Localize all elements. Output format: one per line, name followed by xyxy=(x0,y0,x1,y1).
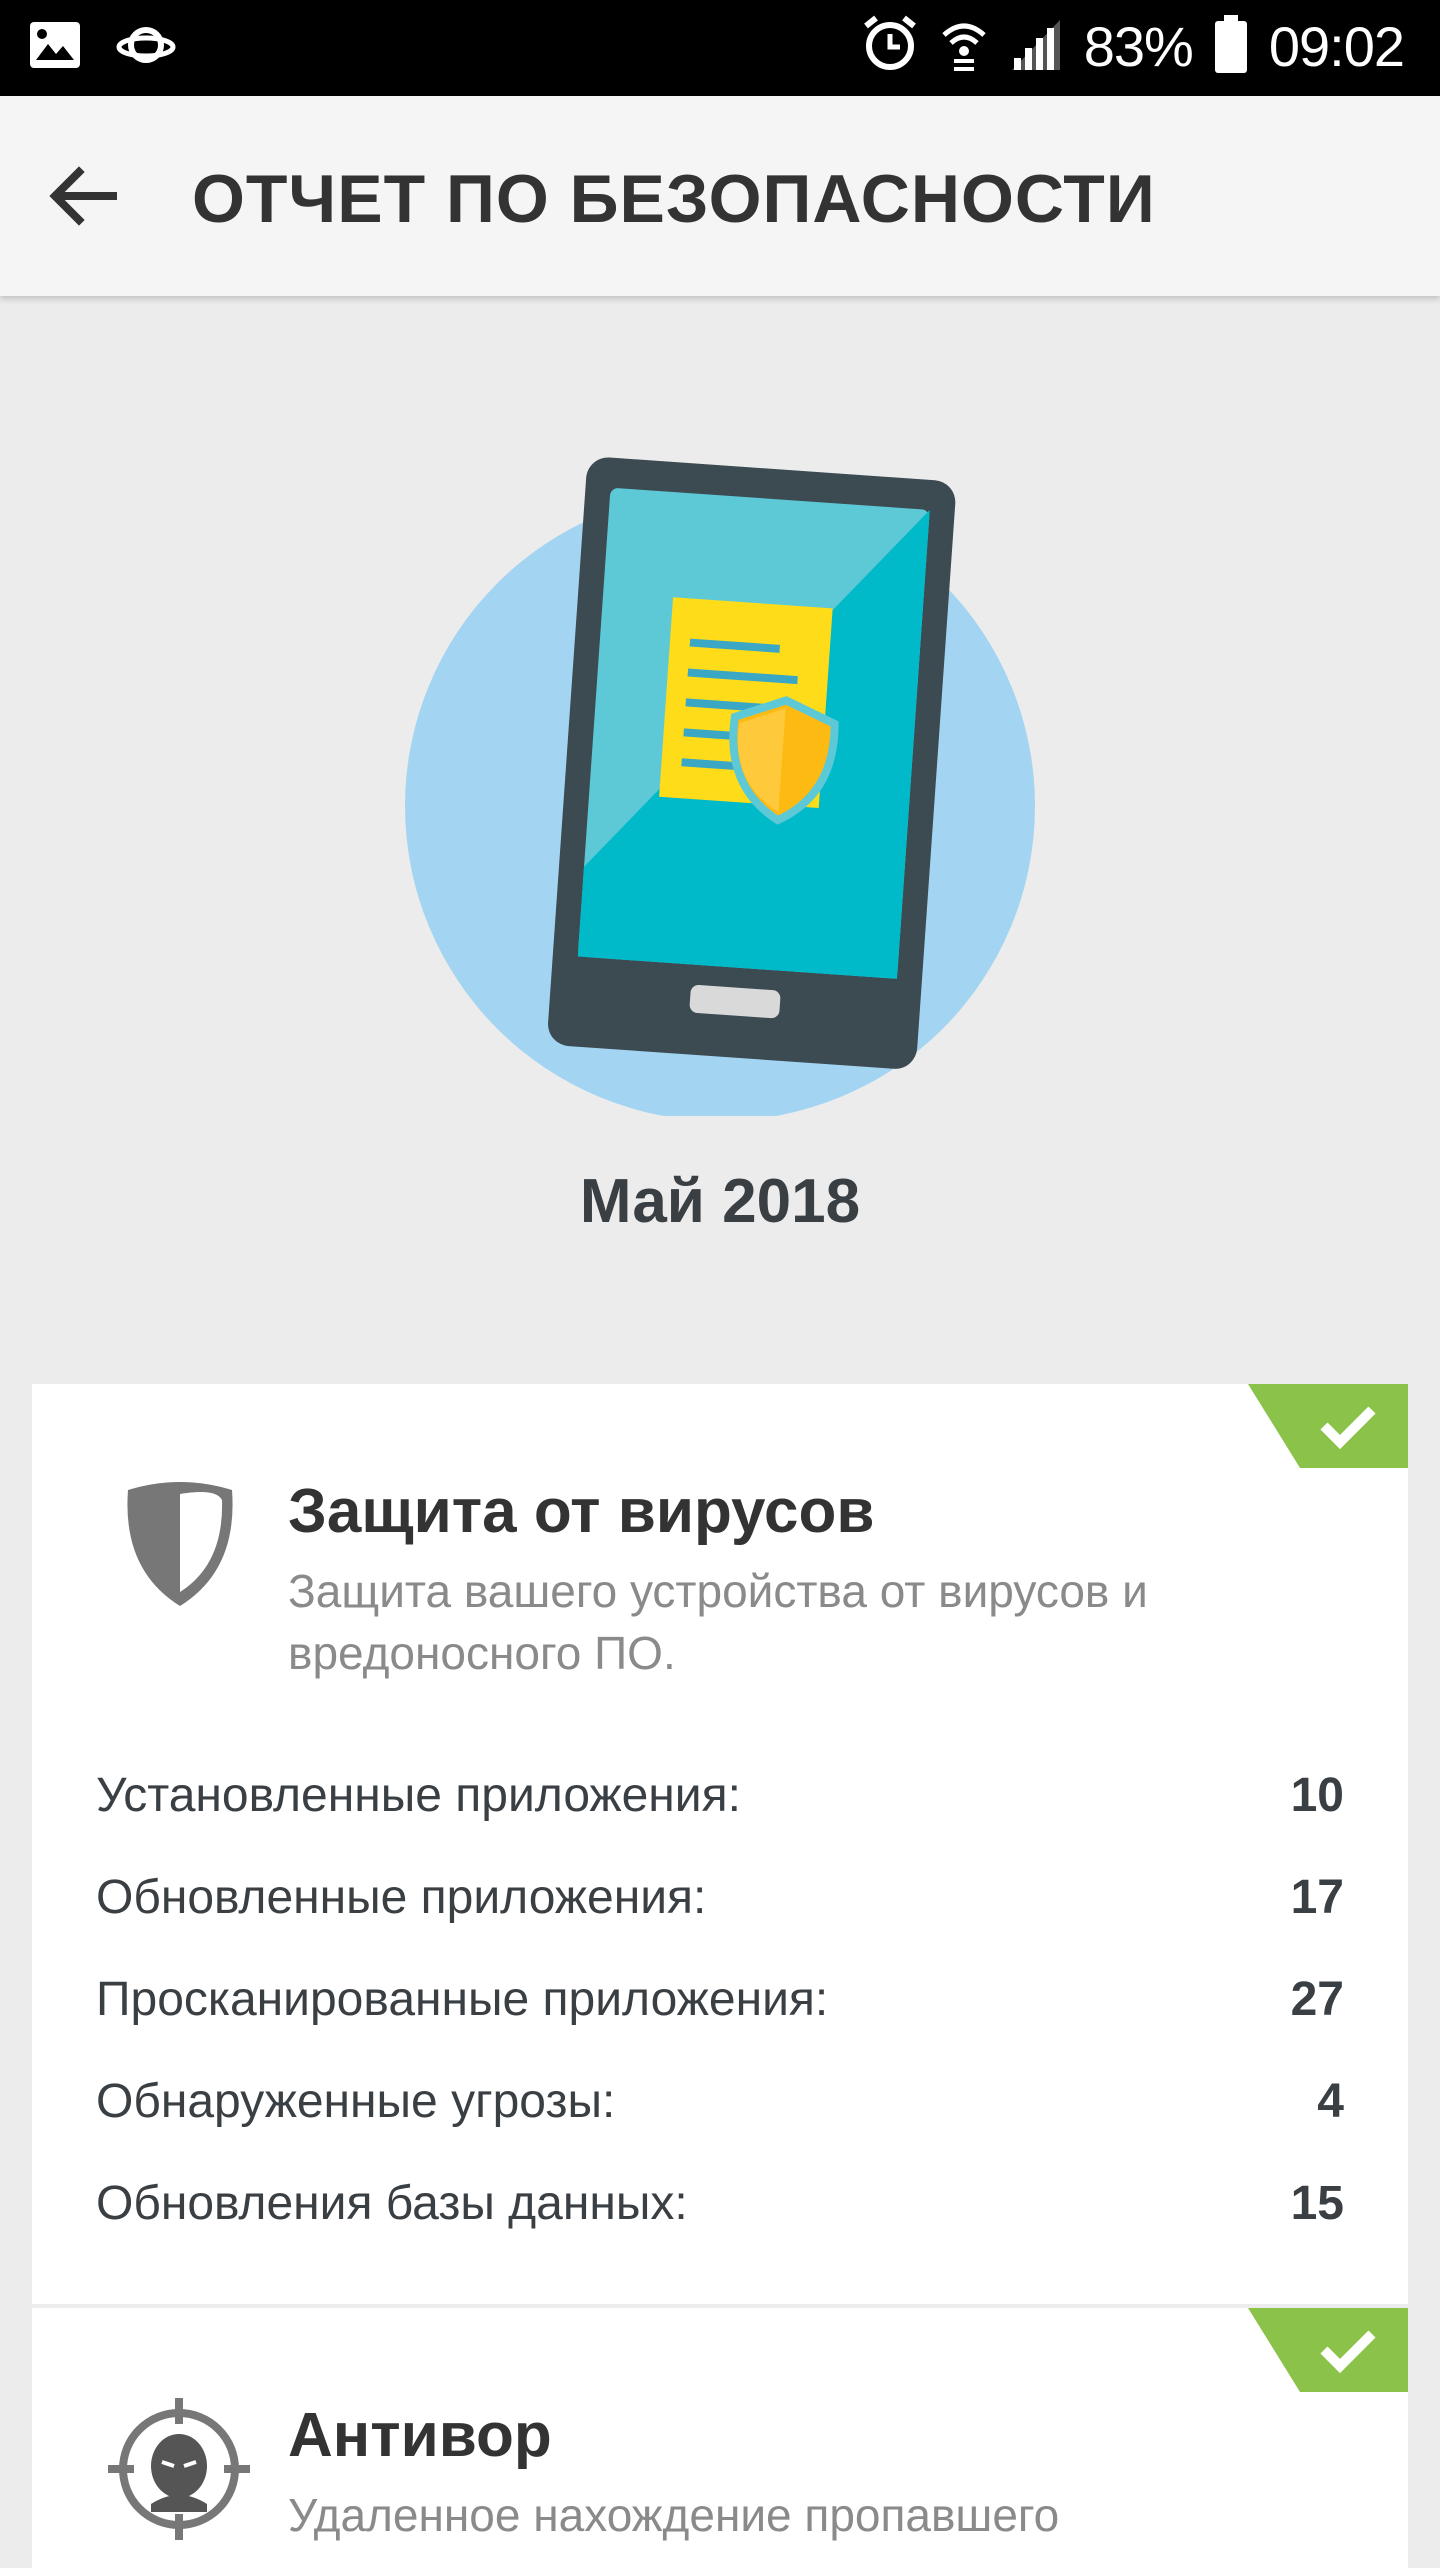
stat-label: Установленные приложения: xyxy=(96,1768,741,1822)
card-description: Удаленное нахождение пропавшего xyxy=(288,2489,1060,2541)
alarm-icon xyxy=(862,14,918,79)
back-button[interactable] xyxy=(40,154,124,238)
stat-row-threats: Обнаруженные угрозы: 4 xyxy=(96,2050,1344,2152)
stat-label: Просканированные приложения: xyxy=(96,1972,829,2026)
clock: 09:02 xyxy=(1268,15,1405,78)
anti-theft-card[interactable]: Антивор Удаленное нахождение пропавшего xyxy=(32,2308,1408,2568)
saturn-icon xyxy=(116,18,176,77)
phone-illustration xyxy=(405,457,1035,1116)
stat-value: 15 xyxy=(1290,2176,1344,2230)
check-icon xyxy=(1248,1384,1408,1468)
stat-row-scanned: Просканированные приложения: 27 xyxy=(96,1948,1344,2050)
stat-label: Обновленные приложения: xyxy=(96,1870,707,1924)
stat-row-updated: Обновленные приложения: 17 xyxy=(96,1846,1344,1948)
stat-row-installed: Установленные приложения: 10 xyxy=(96,1744,1344,1846)
wifi-icon xyxy=(940,15,988,78)
card-title: Защита от вирусов xyxy=(288,1477,875,1546)
image-icon xyxy=(28,18,82,77)
stat-label: Обновления базы данных: xyxy=(96,2176,688,2230)
stat-value: 27 xyxy=(1290,1972,1344,2026)
signal-icon xyxy=(1010,16,1062,77)
stat-value: 4 xyxy=(1317,2074,1344,2128)
report-hero: Май 2018 xyxy=(0,296,1440,1384)
stat-value: 10 xyxy=(1290,1768,1344,1822)
virus-protection-card[interactable]: Защита от вирусов Защита вашего устройст… xyxy=(32,1384,1408,2304)
app-bar: ОТЧЕТ ПО БЕЗОПАСНОСТИ xyxy=(0,96,1440,296)
thief-target-icon xyxy=(108,2398,250,2540)
battery-icon xyxy=(1214,15,1247,78)
card-description: Защита вашего устройства от вирусов и вр… xyxy=(288,1565,1148,1679)
stats-list: Установленные приложения: 10 Обновленные… xyxy=(96,1744,1344,2254)
stat-label: Обнаруженные угрозы: xyxy=(96,2074,616,2128)
check-icon xyxy=(1248,2308,1408,2392)
report-month: Май 2018 xyxy=(579,1167,861,1236)
status-bar: 83% 09:02 xyxy=(0,0,1440,96)
shield-icon xyxy=(127,1482,233,1606)
stat-value: 17 xyxy=(1290,1870,1344,1924)
card-title: Антивор xyxy=(288,2401,552,2470)
page-title: ОТЧЕТ ПО БЕЗОПАСНОСТИ xyxy=(192,161,1156,237)
stat-row-db-updates: Обновления базы данных: 15 xyxy=(96,2152,1344,2254)
battery-percent: 83% xyxy=(1083,15,1194,78)
arrow-left-icon xyxy=(49,166,117,226)
